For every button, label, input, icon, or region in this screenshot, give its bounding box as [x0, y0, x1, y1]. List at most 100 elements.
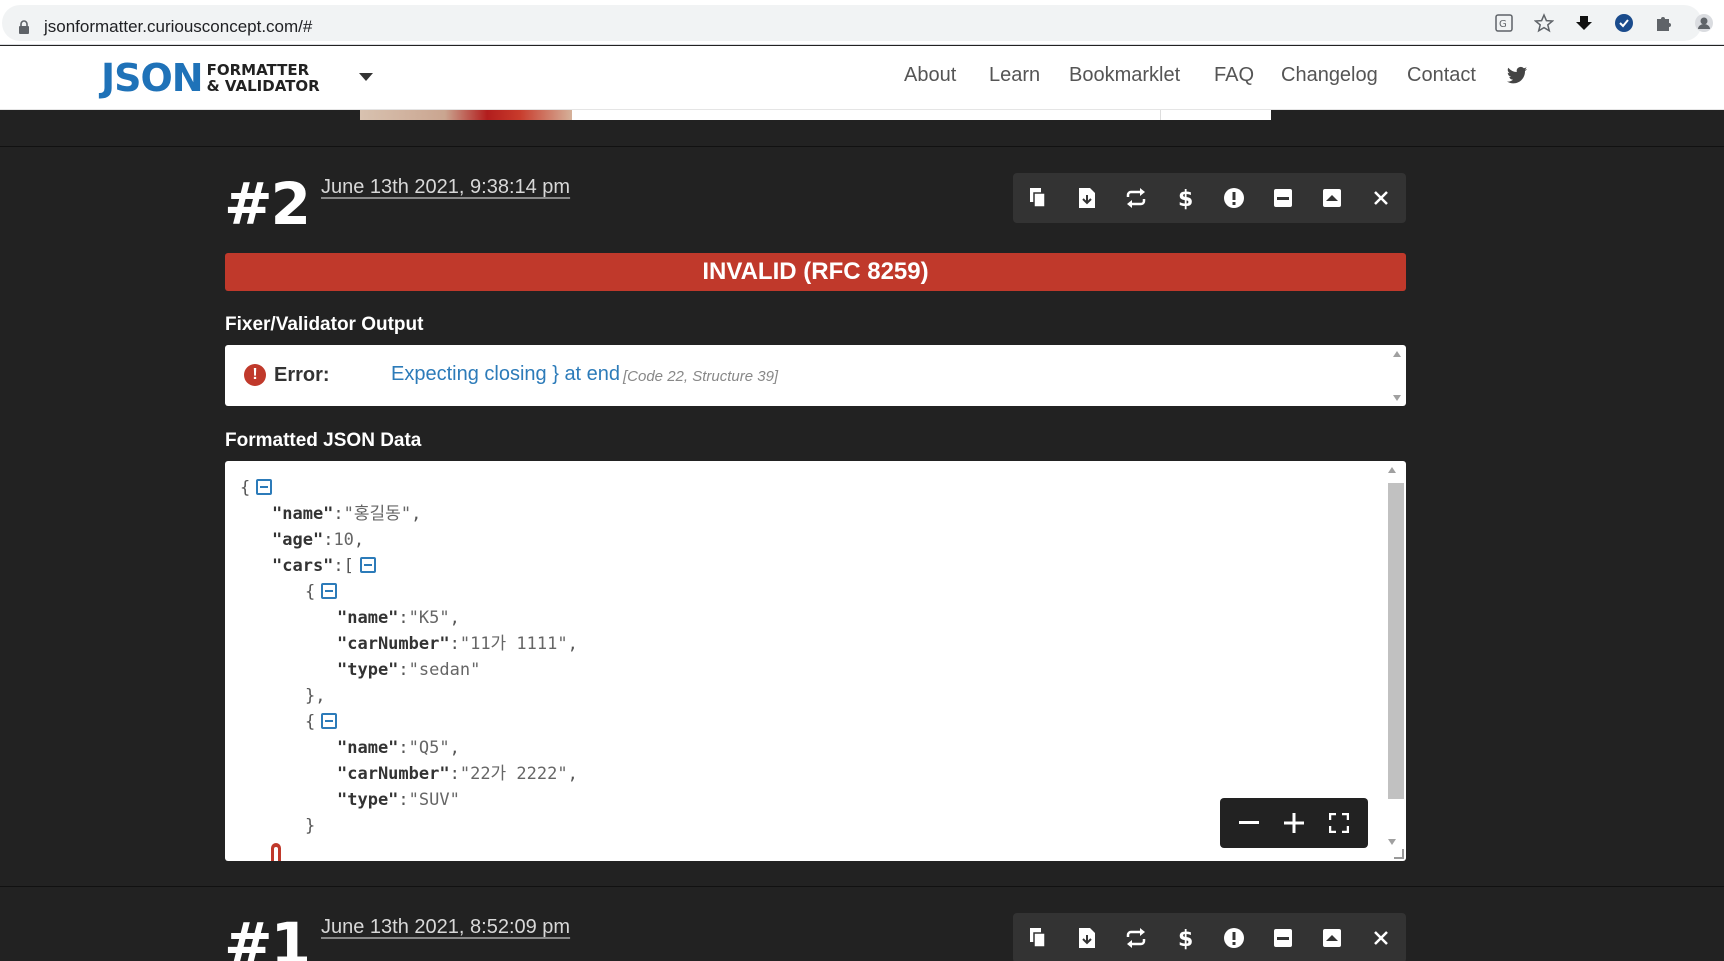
json-line: {	[240, 475, 273, 501]
exclamation-icon[interactable]	[1209, 173, 1258, 223]
close-icon[interactable]	[1356, 173, 1405, 223]
profile-icon[interactable]	[1684, 3, 1724, 43]
scroll-up-arrow-icon[interactable]	[1388, 467, 1396, 473]
address-bar[interactable]: jsonformatter.curiousconcept.com/#	[2, 5, 1702, 41]
close-icon[interactable]	[1356, 913, 1405, 961]
expand-icon[interactable]	[1307, 913, 1356, 961]
nav-bookmarklet[interactable]: Bookmarklet	[1069, 64, 1180, 87]
json-line: "type":"sedan"	[337, 657, 480, 683]
repeat-icon[interactable]	[1111, 913, 1160, 961]
site-header: JSON FORMATTER & VALIDATOR About Learn B…	[0, 46, 1724, 110]
formatted-json-title: Formatted JSON Data	[225, 430, 422, 451]
scroll-up-arrow-icon[interactable]	[1393, 351, 1401, 357]
brace-close: },	[305, 686, 326, 706]
fullscreen-icon[interactable]	[1319, 803, 1359, 843]
json-line: "cars":[	[272, 553, 376, 579]
dollar-icon[interactable]: $	[1160, 913, 1209, 961]
json-comma: ,	[353, 530, 365, 550]
zoom-out-icon[interactable]	[1229, 803, 1269, 843]
download-icon[interactable]	[1564, 3, 1604, 43]
brace-open: {	[305, 712, 316, 732]
collapse-icon[interactable]	[1258, 913, 1307, 961]
entry-date-link[interactable]: June 13th 2021, 8:52:09 pm	[321, 916, 570, 939]
brace-open: {	[240, 478, 251, 498]
expand-icon[interactable]	[1307, 173, 1356, 223]
nav-faq[interactable]: FAQ	[1214, 64, 1254, 87]
svg-text:$: $	[1178, 187, 1193, 210]
collapse-toggle-icon[interactable]	[321, 583, 338, 599]
validator-output-title: Fixer/Validator Output	[225, 314, 424, 335]
collapse-toggle-icon[interactable]	[321, 713, 338, 729]
json-colon: :	[398, 738, 409, 758]
json-line: "carNumber":"22가 2222",	[337, 761, 578, 787]
brace-close: }	[305, 816, 316, 836]
entry-date-link[interactable]: June 13th 2021, 9:38:14 pm	[321, 176, 570, 199]
translate-icon[interactable]: G	[1484, 3, 1524, 43]
json-line: },	[305, 683, 325, 709]
nav-learn[interactable]: Learn	[989, 64, 1040, 87]
twitter-icon[interactable]	[1506, 66, 1528, 86]
scrollbar-thumb[interactable]	[1388, 483, 1404, 799]
nav-contact[interactable]: Contact	[1407, 64, 1476, 87]
scroll-down-arrow-icon[interactable]	[1393, 395, 1401, 401]
json-colon: :	[398, 790, 409, 810]
collapse-toggle-icon[interactable]	[256, 479, 273, 495]
json-line: "carNumber":"11가 1111",	[337, 631, 578, 657]
json-line: }	[305, 813, 315, 839]
json-colon: :	[449, 634, 460, 654]
puzzle-icon[interactable]	[1644, 3, 1684, 43]
json-colon: :	[398, 660, 409, 680]
check-badge-icon[interactable]	[1604, 3, 1644, 43]
copy-icon[interactable]	[1013, 913, 1062, 961]
entry-number: #1	[224, 910, 311, 961]
json-key: "carNumber"	[337, 634, 450, 654]
zoom-in-icon[interactable]	[1274, 803, 1314, 843]
json-key: "type"	[337, 660, 399, 680]
nav-about[interactable]: About	[904, 64, 956, 87]
url-text[interactable]: jsonformatter.curiousconcept.com/#	[44, 17, 312, 37]
json-value: "K5"	[408, 608, 450, 628]
json-key: "age"	[272, 530, 324, 550]
json-line: "name":"홍길동",	[272, 501, 421, 527]
json-comma: ,	[567, 764, 578, 784]
error-message-link[interactable]: Expecting closing } at end	[391, 363, 620, 386]
ad-image[interactable]	[360, 110, 572, 120]
star-icon[interactable]	[1524, 3, 1564, 43]
json-value: "Q5"	[408, 738, 450, 758]
json-value: "sedan"	[408, 660, 481, 680]
error-label: Error:	[274, 364, 330, 386]
download-file-icon[interactable]	[1062, 913, 1111, 961]
ad-banner[interactable]	[360, 110, 1271, 120]
formatted-json-viewer[interactable]: { "name":"홍길동", "age":10, "cars":[ { "na…	[225, 461, 1406, 861]
repeat-icon[interactable]	[1111, 173, 1160, 223]
svg-text:G: G	[1499, 19, 1507, 30]
json-line: "name":"K5",	[337, 605, 460, 631]
json-comma: ,	[449, 738, 460, 758]
dollar-icon[interactable]: $	[1160, 173, 1209, 223]
json-key: "name"	[337, 738, 399, 758]
json-comma: ,	[411, 504, 422, 524]
validator-scrollbar[interactable]	[1391, 351, 1403, 401]
json-value: 10	[333, 530, 354, 550]
json-line: {	[305, 579, 338, 605]
entry-number: #2	[224, 170, 311, 238]
collapse-toggle-icon[interactable]	[359, 557, 376, 573]
json-key: "type"	[337, 790, 399, 810]
resize-handle[interactable]	[1394, 849, 1404, 859]
svg-text:$: $	[1178, 927, 1193, 950]
json-scrollbar[interactable]	[1386, 467, 1404, 845]
validator-output-box: ! Error: Expecting closing } at end [Cod…	[225, 345, 1406, 406]
scroll-down-arrow-icon[interactable]	[1388, 839, 1396, 845]
json-colon: :	[398, 608, 409, 628]
collapse-icon[interactable]	[1258, 173, 1307, 223]
nav-changelog[interactable]: Changelog	[1281, 64, 1378, 87]
exclamation-icon[interactable]	[1209, 913, 1258, 961]
json-line: "age":10,	[272, 527, 364, 553]
json-key: "name"	[272, 504, 334, 524]
bracket-open: [	[343, 556, 354, 576]
copy-icon[interactable]	[1013, 173, 1062, 223]
download-file-icon[interactable]	[1062, 173, 1111, 223]
json-line: "name":"Q5",	[337, 735, 460, 761]
json-colon: :	[449, 764, 460, 784]
json-colon: :	[323, 530, 334, 550]
